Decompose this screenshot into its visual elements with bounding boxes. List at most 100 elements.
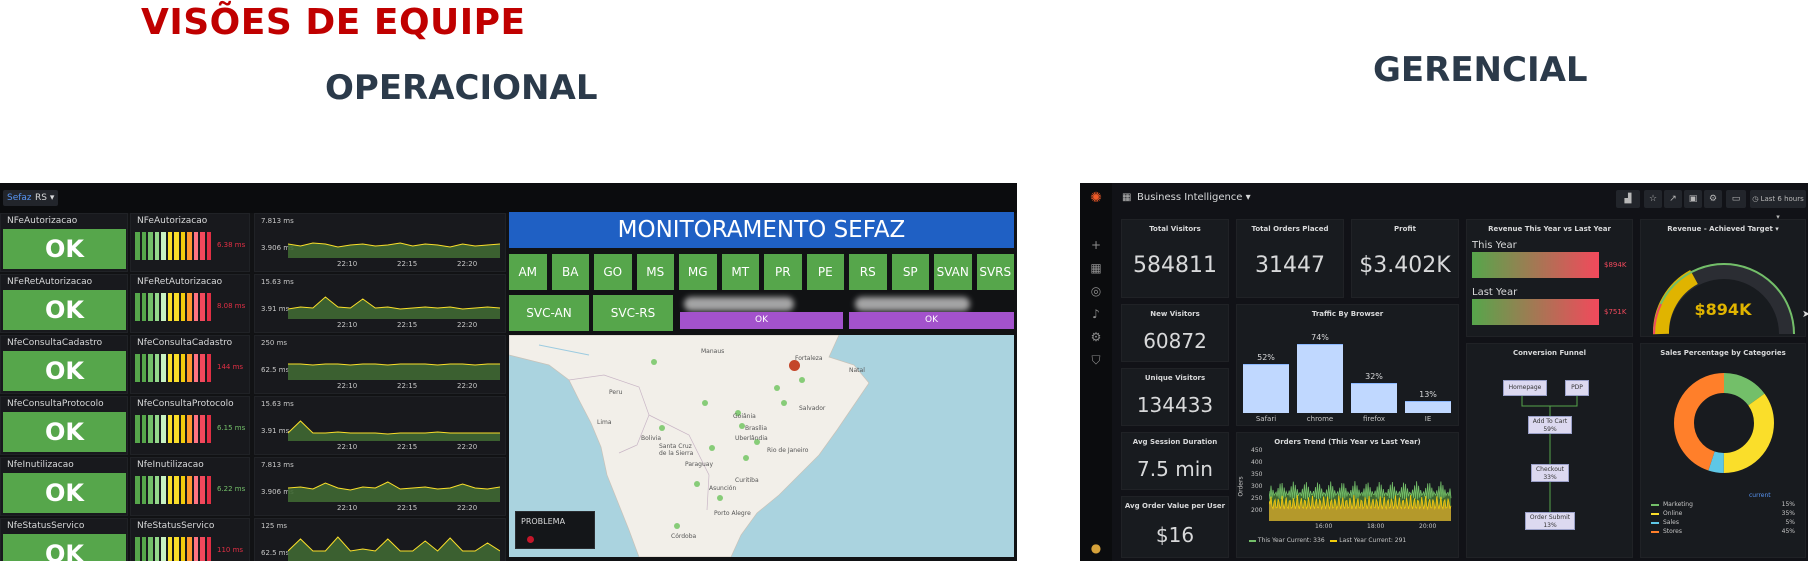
state-status-pr[interactable]: PR [764,254,802,290]
state-status-ms[interactable]: MS [636,254,674,290]
add-panel-button[interactable]: ▟ [1616,190,1640,208]
tv-mode-icon[interactable]: ▭ [1726,190,1746,208]
time-range-picker[interactable]: ◷ Last 6 hours ▾ [1750,190,1806,221]
map-marker[interactable] [781,400,787,406]
trend-legend: This Year Current: 336 Last Year Current… [1249,537,1406,544]
browser-pct: 32% [1365,372,1383,382]
traffic-by-browser-panel[interactable]: Traffic By Browser 52% Safari 74% chrome… [1236,304,1459,426]
x-tick: 20:00 [1419,523,1437,530]
map-marker[interactable] [651,359,657,365]
stat-total-visitors[interactable]: Total Visitors 584811 [1121,219,1229,298]
latency-graph-panel[interactable]: 15.63 ms 3.91 ms 22:10 22:15 22:20 [254,396,506,455]
y-axis-min: 62.5 ms [261,549,290,557]
share-icon[interactable]: ↗ [1664,190,1682,208]
map-marker[interactable] [709,445,715,451]
y-tick: 400 [1251,459,1263,466]
settings-icon[interactable]: ⚙ [1704,190,1722,208]
bargauge-panel[interactable]: NfeConsultaCadastro 144 ms [130,335,250,394]
legend-item[interactable]: Online 35% [1651,510,1801,517]
browser-bar [1243,364,1289,413]
state-status-pe[interactable]: PE [806,254,844,290]
gear-icon[interactable]: ⚙ [1089,330,1103,344]
y-axis-label: Orders [1237,476,1245,497]
latency-value: 6.15 ms [217,424,246,432]
status-panel[interactable]: NfeStatusServico OK [0,518,128,561]
latency-graph-panel[interactable]: 7.813 ms 3.906 ms 22:10 22:15 22:20 [254,457,506,516]
bargauge-panel[interactable]: NFeRetAutorizacao 8.08 ms [130,274,250,333]
state-status-am[interactable]: AM [509,254,547,290]
status-ok-badge: OK [3,534,126,561]
stat-total-orders[interactable]: Total Orders Placed 31447 [1236,219,1344,298]
map-marker[interactable] [774,385,780,391]
map-marker[interactable] [743,455,749,461]
plus-icon[interactable]: + [1089,238,1103,252]
contingency-status-svc-an[interactable]: SVC-AN [509,295,589,331]
gauge-title[interactable]: Revenue - Achieved Target ▾ [1641,225,1805,233]
status-panel[interactable]: NfeInutilizacao OK [0,457,128,516]
latency-graph-panel[interactable]: 250 ms 62.5 ms 22:10 22:15 22:20 [254,335,506,394]
map-marker[interactable] [694,481,700,487]
state-status-mg[interactable]: MG [679,254,717,290]
status-panel[interactable]: NFeAutorizacao OK [0,213,128,272]
x-axis-tick: 22:15 [397,382,418,390]
latency-graph-panel[interactable]: 7.813 ms 3.906 ms 22:10 22:15 22:20 [254,213,506,272]
y-tick: 200 [1251,507,1263,514]
bargauge-panel[interactable]: NfeConsultaProtocolo 6.15 ms [130,396,250,455]
state-status-svan[interactable]: SVAN [934,254,972,290]
stat-unique-visitors[interactable]: Unique Visitors 134433 [1121,368,1229,426]
grafana-logo-icon[interactable]: ✺ [1089,191,1103,205]
funnel-node-checkout: Checkout 33% [1531,464,1569,482]
legend-item[interactable]: Marketing 15% [1651,501,1801,508]
orders-trend-panel[interactable]: Orders Trend (This Year vs Last Year) 45… [1236,432,1459,558]
map-marker[interactable] [799,377,805,383]
legend-item[interactable]: Stores 45% [1651,528,1801,535]
latency-graph-panel[interactable]: 15.63 ms 3.91 ms 22:10 22:15 22:20 [254,274,506,333]
browser-bar [1351,383,1397,413]
y-axis-min: 3.91 ms [261,305,290,313]
state-status-go[interactable]: GO [594,254,632,290]
revenue-compare-panel[interactable]: Revenue This Year vs Last Year This Year… [1466,219,1633,337]
stat-new-visitors[interactable]: New Visitors 60872 [1121,304,1229,362]
conversion-funnel-panel[interactable]: Conversion Funnel Homepage PDP Add To Ca… [1466,343,1633,558]
map-marker[interactable] [659,425,665,431]
map-panel[interactable]: Manaus Fortaleza Salvador Brasília Rio d… [509,335,1014,557]
status-panel[interactable]: NfeConsultaProtocolo OK [0,396,128,455]
save-icon[interactable]: ▣ [1684,190,1702,208]
state-status-rs[interactable]: RS [849,254,887,290]
shield-icon[interactable]: ⛉ [1089,353,1103,367]
map-marker[interactable] [674,523,680,529]
star-icon[interactable]: ☆ [1644,190,1662,208]
sales-percentage-panel[interactable]: Sales Percentage by Categories current M… [1640,343,1806,558]
y-tick: 250 [1251,495,1263,502]
latency-bargauge [135,293,211,321]
state-status-ba[interactable]: BA [551,254,589,290]
operational-dashboard: Sefaz RS ▾ NFeAutorizacao OK NFeAutoriza… [0,183,1017,561]
state-status-mt[interactable]: MT [721,254,759,290]
bell-icon[interactable]: ♪ [1089,307,1103,321]
stat-avg-order-value[interactable]: Avg Order Value per User $16 [1121,496,1229,558]
state-status-sp[interactable]: SP [891,254,929,290]
state-status-svrs[interactable]: SVRS [976,254,1014,290]
bargauge-panel[interactable]: NfeStatusServico 110 ms [130,518,250,561]
dashboards-icon[interactable]: ▦ [1089,261,1103,275]
stat-avg-session[interactable]: Avg Session Duration 7.5 min [1121,432,1229,490]
map-marker[interactable] [702,400,708,406]
avatar[interactable]: ● [1089,541,1103,555]
map-marker[interactable] [717,495,723,501]
problem-legend: PROBLEMA [515,511,595,549]
status-panel[interactable]: NFeRetAutorizacao OK [0,274,128,333]
status-panel[interactable]: NfeConsultaCadastro OK [0,335,128,394]
latency-bargauge [135,537,211,561]
dashboard-title[interactable]: Business Intelligence ▾ [1137,192,1251,203]
gauge-panel[interactable]: Revenue - Achieved Target ▾ $894K [1640,219,1806,337]
contingency-status-svc-rs[interactable]: SVC-RS [593,295,673,331]
bargauge-panel[interactable]: NfeInutilizacao 6.22 ms [130,457,250,516]
legend-item[interactable]: Sales 5% [1651,519,1801,526]
latency-graph-panel[interactable]: 125 ms 62.5 ms [254,518,506,561]
latency-bargauge [135,415,211,443]
explore-icon[interactable]: ◎ [1089,284,1103,298]
stat-profit[interactable]: Profit $3.402K [1351,219,1459,298]
variable-rs-dropdown[interactable]: RS ▾ [31,190,59,206]
bargauge-panel[interactable]: NFeAutorizacao 6.38 ms [130,213,250,272]
map-label: Natal [849,367,865,374]
